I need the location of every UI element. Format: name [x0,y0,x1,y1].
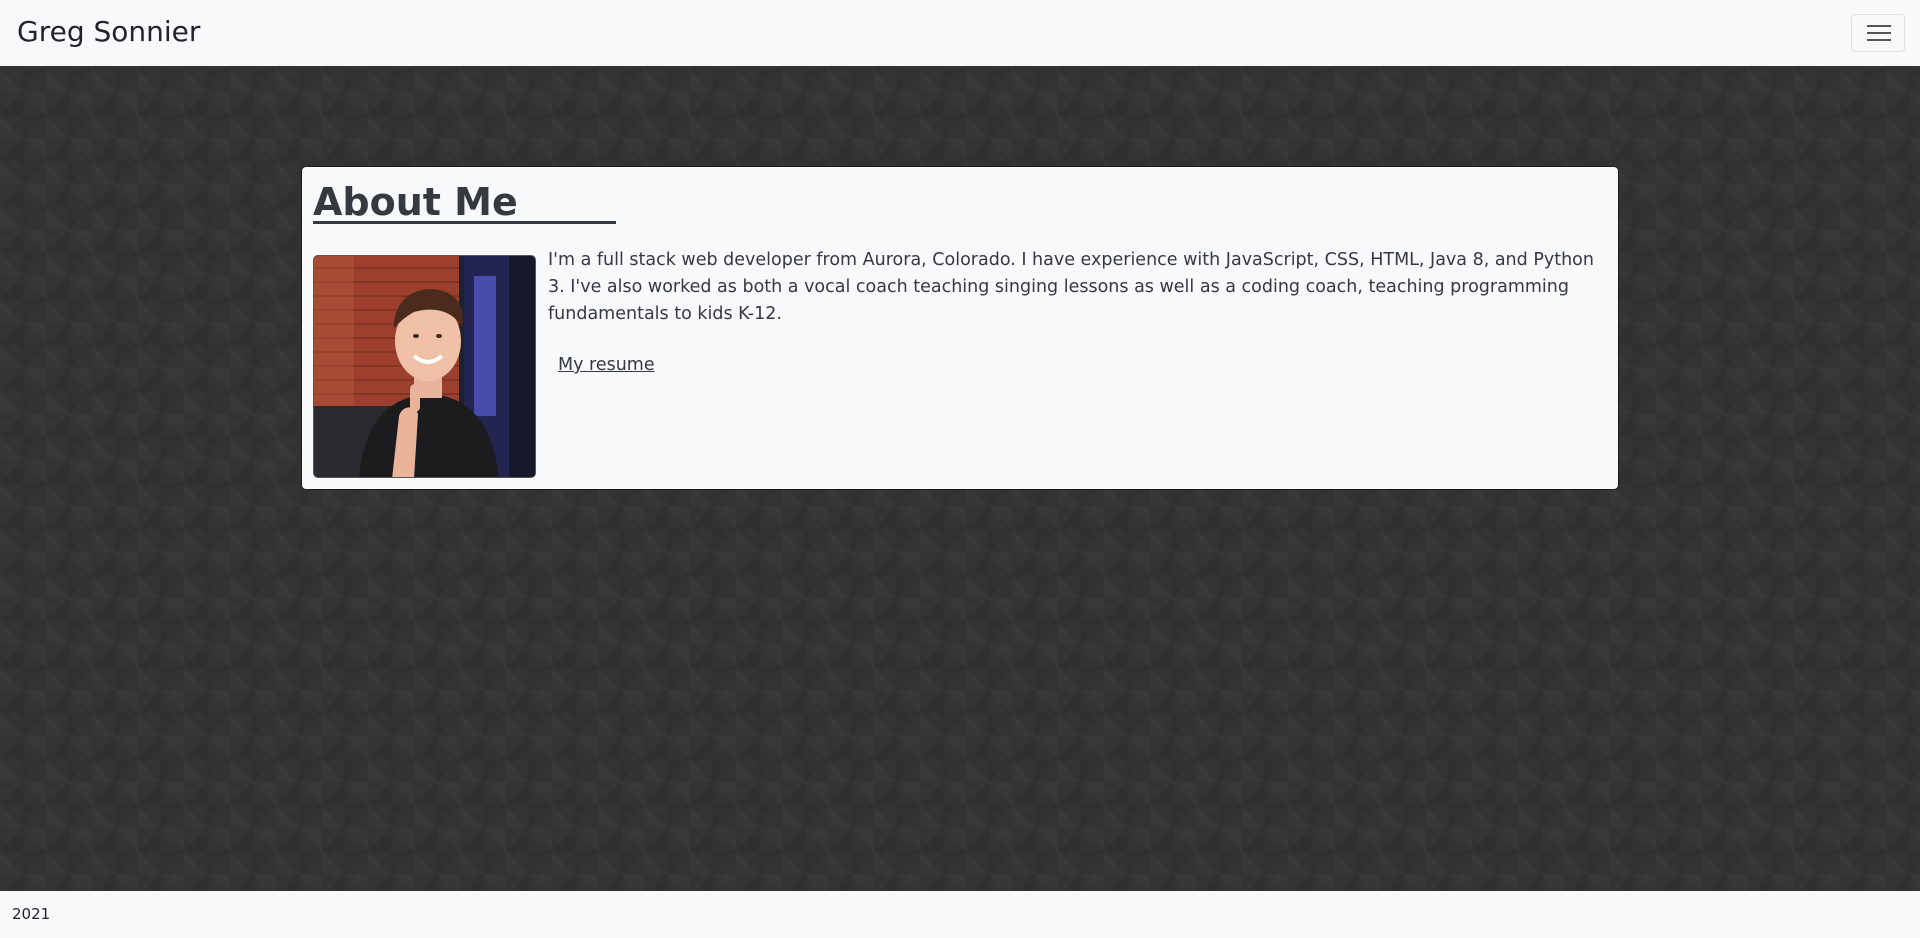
about-card: About Me I'm a full stack web developer … [301,166,1619,490]
about-title: About Me [313,180,518,224]
resume-link[interactable]: My resume [558,354,655,376]
navbar-brand[interactable]: Greg Sonnier [17,14,200,50]
profile-photo [313,255,536,478]
footer-year: 2021 [12,905,51,923]
about-description: I'm a full stack web developer from Auro… [548,250,1594,324]
top-navbar: Greg Sonnier [0,0,1920,66]
page-footer: 2021 [0,891,1920,938]
navbar-toggler-button[interactable] [1851,14,1905,52]
title-underline [313,221,616,224]
